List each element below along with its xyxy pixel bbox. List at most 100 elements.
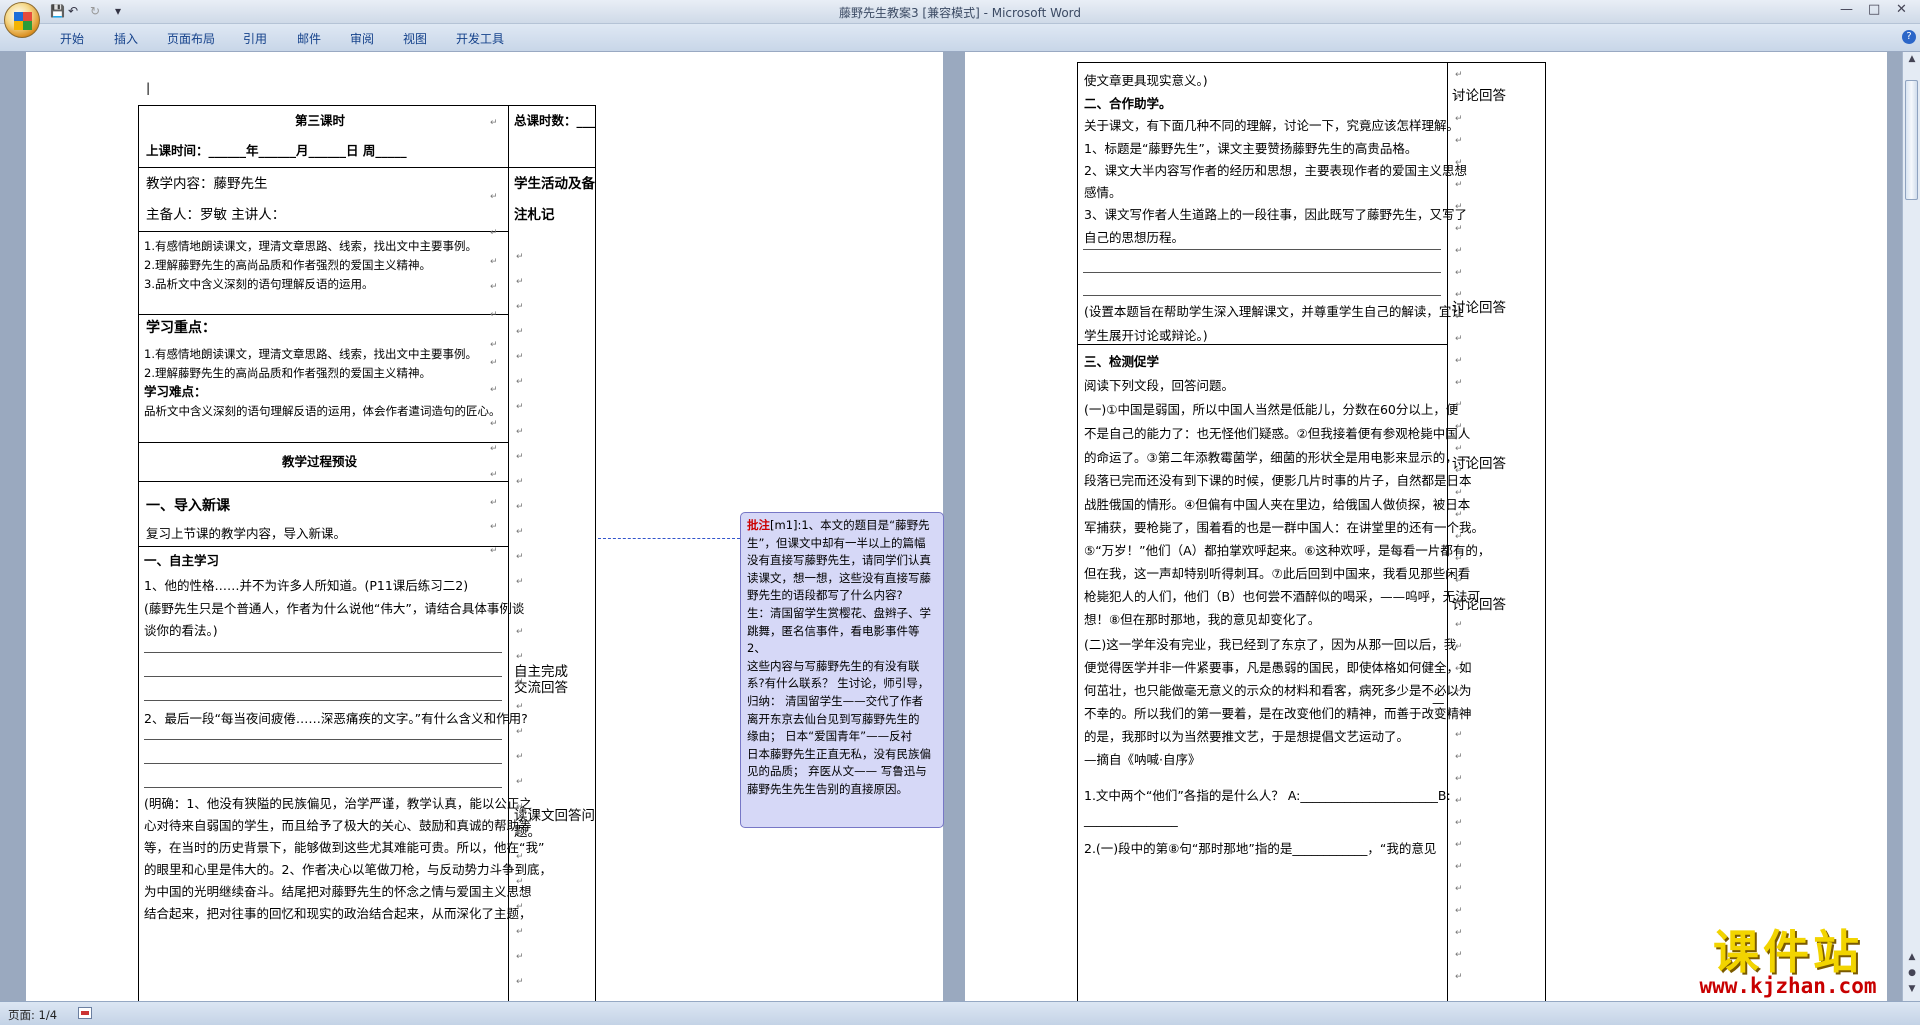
text-line: 便觉得医学并非一件紧要事，凡是愚弱的国民，即使体格如何健全，如 bbox=[1084, 660, 1472, 675]
text-line: 不是自己的能力了：也无怪他们疑惑。②但我接着便有参观枪毙中国人 bbox=[1084, 426, 1471, 441]
comment-line: 藤野先生先生告别的直接原因。 bbox=[747, 781, 908, 796]
tab-view[interactable]: 视图 bbox=[403, 30, 427, 47]
answer-line bbox=[144, 787, 502, 788]
paragraph-mark: ↵ bbox=[1455, 114, 1463, 124]
tab-review[interactable]: 审阅 bbox=[350, 30, 374, 47]
table-border bbox=[138, 105, 595, 106]
paragraph-mark: ↵ bbox=[490, 257, 498, 267]
tab-home[interactable]: 开始 bbox=[60, 30, 84, 47]
office-button[interactable] bbox=[4, 2, 40, 38]
text-line: 2.(一)段中的第⑧句“那时那地”指的是____________，“我的意见 bbox=[1084, 841, 1437, 856]
comment-line: 野先生的语段都写了什么内容? bbox=[747, 588, 903, 603]
proofing-icon[interactable] bbox=[78, 1007, 92, 1019]
paragraph-mark: ↵ bbox=[1455, 554, 1463, 564]
section-intro-text: 复习上节课的教学内容，导入新课。 bbox=[146, 526, 347, 541]
answer-line bbox=[144, 739, 502, 740]
table-border bbox=[1077, 344, 1447, 345]
paragraph-mark: ↵ bbox=[516, 302, 524, 312]
text-line: (一)①中国是弱国，所以中国人当然是低能儿，分数在60分以上，便 bbox=[1084, 402, 1459, 417]
text-line: 的是，我那时以为当然要推文艺，于是想提倡文艺运动了。 bbox=[1084, 729, 1410, 744]
text-line: 1、标题是“藤野先生”，课文主要赞扬藤野先生的高贵品格。 bbox=[1084, 141, 1418, 156]
text-line: (二)这一学年没有完业，我已经到了东京了，因为从那一回以后，我 bbox=[1084, 637, 1457, 652]
tab-mailings[interactable]: 邮件 bbox=[297, 30, 321, 47]
table-border bbox=[1545, 62, 1546, 1001]
scroll-thumb[interactable] bbox=[1905, 80, 1918, 200]
select-browse-icon[interactable]: ● bbox=[1905, 968, 1919, 982]
paragraph-mark: ↵ bbox=[516, 252, 524, 262]
tab-page-layout[interactable]: 页面布局 bbox=[167, 30, 215, 47]
paragraph-mark: ↵ bbox=[1455, 92, 1463, 102]
paragraph-mark: ↵ bbox=[490, 470, 498, 480]
comment-line: 归纳： 清国留学生——交代了作者 bbox=[747, 693, 924, 708]
tab-insert[interactable]: 插入 bbox=[114, 30, 138, 47]
table-border bbox=[1077, 62, 1078, 1001]
comment-line: 系?有什么联系？ 生讨论，师引导， bbox=[747, 676, 930, 691]
document-workspace[interactable]: | 第三课时 上课时间：______年______月______日 周_____… bbox=[0, 52, 1902, 1001]
tab-references[interactable]: 引用 bbox=[243, 30, 267, 47]
watermark-url: www.kjzhan.com bbox=[1699, 974, 1877, 998]
minimize-button[interactable]: — bbox=[1840, 2, 1853, 17]
text-line: 何茁壮，也只能做毫无意义的示众的材料和看客，病死多少是不必以为 bbox=[1084, 683, 1472, 698]
question-2: 2、最后一段“每当夜间疲倦……深恶痛疾的文字。”有什么含义和作用? bbox=[144, 711, 528, 726]
difficulty-title: 学习难点： bbox=[144, 384, 207, 399]
text-line: 关于课文，有下面几种不同的理解，讨论一下，究竟应该怎样理解。 bbox=[1084, 118, 1460, 133]
paragraph-mark: ↵ bbox=[516, 927, 524, 937]
activity-header: 注札记 bbox=[514, 207, 555, 223]
paragraph-mark: ↵ bbox=[490, 444, 498, 454]
paragraph-mark: ↵ bbox=[1455, 972, 1463, 982]
key-points-title: 学习重点： bbox=[146, 320, 216, 336]
comment-line: 这些内容与写藤野先生的有没有联 bbox=[747, 658, 920, 673]
paragraph-mark: ↵ bbox=[516, 402, 524, 412]
prev-page-icon[interactable]: ▲ bbox=[1905, 952, 1919, 966]
text-line: _______________ bbox=[1084, 812, 1178, 827]
comment-line: 见的品质； 弃医从文—— 写鲁迅与 bbox=[747, 764, 927, 779]
teaching-content: 教学内容：藤野先生 bbox=[146, 176, 268, 192]
paragraph-mark: ↵ bbox=[1455, 532, 1463, 542]
next-page-icon[interactable]: ▼ bbox=[1905, 984, 1919, 998]
paragraph-mark: ↵ bbox=[1455, 598, 1463, 608]
paragraph-mark: ↵ bbox=[1455, 422, 1463, 432]
paragraph-mark: ↵ bbox=[1455, 510, 1463, 520]
paragraph-mark: ↵ bbox=[516, 527, 524, 537]
document-page-2[interactable]: — 使文章更具现实意义。) 二、合作助学。 关于课文，有下面几种不同的理解，讨论一下… bbox=[965, 52, 1887, 1001]
paragraph-mark: ↵ bbox=[1455, 642, 1463, 652]
text-line: 感情。 bbox=[1084, 185, 1122, 200]
table-border bbox=[138, 314, 508, 315]
paragraph-mark: ↵ bbox=[1455, 664, 1463, 674]
paragraph-mark: ↵ bbox=[1455, 862, 1463, 872]
difficulty-item: 品析文中含义深刻的语句理解反语的运用，体会作者遣词造句的匠心。 bbox=[144, 404, 501, 418]
text-line: 段落已完而还没有到下课的时候，便影几片时事的片子，自然都是日本 bbox=[1084, 473, 1472, 488]
paragraph-mark: ↵ bbox=[490, 310, 498, 320]
help-icon[interactable]: ? bbox=[1902, 30, 1916, 44]
paragraph-mark: ↵ bbox=[1455, 488, 1463, 498]
text-line: 2、课文大半内容写作者的经历和思想，主要表现作者的爱国主义思想 bbox=[1084, 163, 1467, 178]
answer-line bbox=[1083, 272, 1441, 273]
paragraph-mark: ↵ bbox=[516, 652, 524, 662]
paragraph-mark: ↵ bbox=[516, 502, 524, 512]
paragraph-mark: ↵ bbox=[516, 952, 524, 962]
maximize-button[interactable]: □ bbox=[1868, 2, 1880, 17]
text-cursor: | bbox=[146, 80, 151, 95]
paragraph-mark: ↵ bbox=[516, 452, 524, 462]
table-border bbox=[138, 105, 139, 1001]
paragraph-mark: ↵ bbox=[1455, 928, 1463, 938]
page-indicator[interactable]: 页面: 1/4 bbox=[8, 1007, 57, 1023]
text-line: 枪毙犯人的人们，他们（B）也何尝不酒醉似的喝采，——呜呼，无法可 bbox=[1084, 589, 1481, 604]
paragraph-mark: ↵ bbox=[490, 522, 498, 532]
paragraph-mark: ↵ bbox=[1455, 70, 1463, 80]
tab-developer[interactable]: 开发工具 bbox=[456, 30, 504, 47]
close-button[interactable]: ✕ bbox=[1896, 2, 1907, 17]
comment-line: 生：清国留学生赏樱花、盘辫子、学 bbox=[747, 605, 931, 620]
paragraph-mark: ↵ bbox=[1455, 620, 1463, 630]
scroll-up-icon[interactable]: ▲ bbox=[1905, 54, 1919, 68]
paragraph-mark: ↵ bbox=[1455, 906, 1463, 916]
watermark-logo: 课件站 bbox=[1713, 925, 1863, 979]
paragraph-mark: ↵ bbox=[516, 477, 524, 487]
question-1-note: 谈你的看法。) bbox=[144, 623, 218, 638]
table-border bbox=[138, 167, 595, 168]
vertical-scrollbar[interactable]: ▲ ▲ ● ▼ bbox=[1902, 52, 1920, 1001]
comment-balloon[interactable]: 批注[m1]:1、本文的题目是“藤野先 生”，但课文中却有一半以上的篇幅 没有直… bbox=[740, 512, 944, 828]
paragraph-mark: ↵ bbox=[516, 277, 524, 287]
text-line: 使文章更具现实意义。) bbox=[1084, 73, 1208, 88]
title-bar: 💾 ↶ ↻ ▾ 藤野先生教案3 [兼容模式] - Microsoft Word … bbox=[0, 0, 1920, 24]
